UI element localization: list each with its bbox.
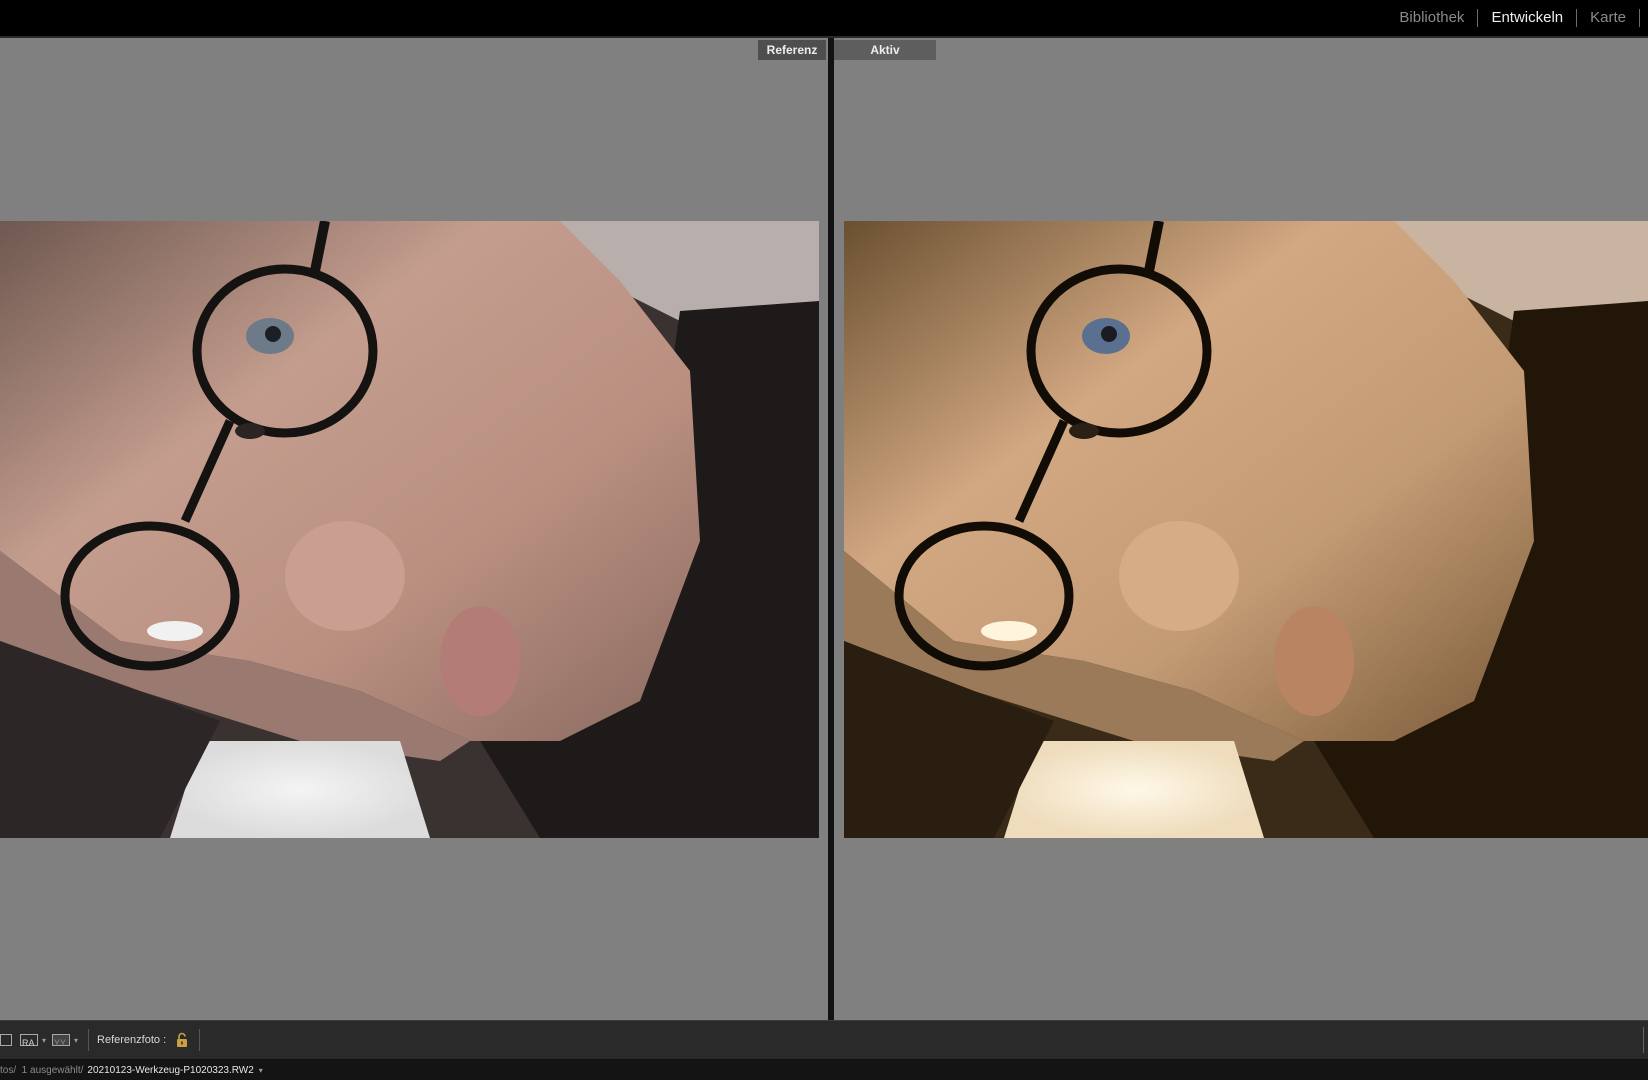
reference-view-icon[interactable]: RA: [20, 1034, 38, 1048]
module-entwickeln[interactable]: Entwickeln: [1478, 10, 1576, 26]
active-photo-image: [844, 221, 1648, 838]
lock-icon[interactable]: [175, 1032, 189, 1048]
before-after-dropdown-icon[interactable]: ▾: [74, 1036, 78, 1045]
toolbar-divider: [88, 1029, 90, 1051]
module-divider: [1639, 9, 1640, 27]
active-photo[interactable]: [844, 221, 1648, 838]
svg-text:RA: RA: [22, 1038, 35, 1048]
module-bar: Bibliothek Entwickeln Karte: [0, 0, 1648, 38]
toolbar-edge: [1643, 1027, 1644, 1053]
reference-label: Referenz: [758, 40, 826, 60]
active-pane[interactable]: Aktiv: [834, 38, 1648, 1020]
toolbar-divider: [199, 1029, 201, 1051]
toolbar: RA ▾ YY ▾ Referenzfoto :: [0, 1020, 1648, 1060]
before-after-icon[interactable]: YY: [52, 1034, 71, 1048]
module-karte[interactable]: Karte: [1577, 10, 1639, 26]
reference-pane[interactable]: Referenz: [0, 38, 828, 1020]
loupe-view-icon[interactable]: [0, 1034, 12, 1046]
selected-filename: 20210123-Werkzeug-P1020323.RW2: [87, 1064, 254, 1076]
reference-view: Referenz Aktiv: [0, 38, 1648, 1020]
module-picker: Bibliothek Entwickeln Karte: [1386, 0, 1648, 36]
filename-dropdown-icon[interactable]: ▾: [259, 1066, 263, 1075]
reference-view-dropdown-icon[interactable]: ▾: [42, 1036, 46, 1045]
reference-photo-image: [0, 221, 819, 838]
module-bibliothek[interactable]: Bibliothek: [1386, 10, 1477, 26]
reference-photo-label: Referenzfoto :: [97, 1034, 167, 1046]
filmstrip-path-bar: tos/ 1 ausgewählt/ 20210123-Werkzeug-P10…: [0, 1060, 1648, 1080]
source-path[interactable]: tos/ 1 ausgewählt/: [0, 1065, 83, 1076]
reference-photo[interactable]: [0, 221, 819, 838]
svg-text:YY: YY: [54, 1038, 66, 1048]
active-label: Aktiv: [834, 40, 936, 60]
